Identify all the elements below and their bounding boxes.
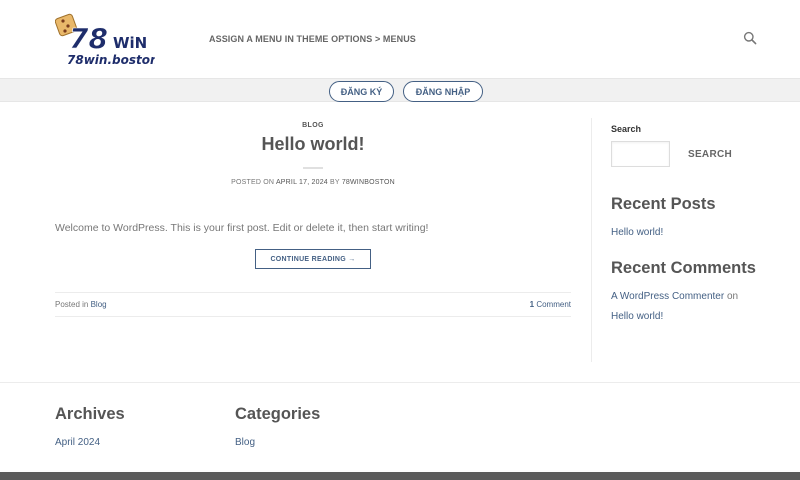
site-logo[interactable]: 78 WiN 78win.boston [55, 12, 155, 68]
comments-link[interactable]: 1 Comment [530, 300, 571, 309]
posted-in-category-link[interactable]: Blog [91, 300, 107, 309]
secondary-bar: ĐĂNG KÝ ĐĂNG NHẬP [0, 78, 800, 102]
commenter-link[interactable]: A WordPress Commenter [611, 291, 724, 302]
menu-placeholder-note[interactable]: ASSIGN A MENU IN THEME OPTIONS > MENUS [209, 34, 416, 44]
register-button[interactable]: ĐĂNG KÝ [329, 81, 394, 102]
recent-comments-title: Recent Comments [611, 259, 756, 277]
logo-domain: 78win.boston [67, 53, 155, 67]
logo-graphic: 78 WiN 78win.boston [55, 13, 155, 67]
post-author[interactable]: 78WINBOSTON [342, 179, 395, 186]
site-header: 78 WiN 78win.boston ASSIGN A MENU IN THE… [0, 0, 800, 78]
logo-word: WiN [113, 34, 147, 52]
search-icon[interactable] [743, 31, 757, 45]
footer-widgets: Archives Categories April 2024 Blog [0, 382, 800, 472]
meta-prefix: POSTED ON [231, 179, 276, 186]
post-category-label[interactable]: BLOG [55, 122, 571, 129]
post-title[interactable]: Hello world! [55, 134, 571, 155]
sidebar-divider [591, 118, 592, 362]
continue-reading-button[interactable]: CONTINUE READING → [255, 249, 371, 269]
posted-in: Posted in Blog [55, 300, 107, 309]
recent-posts-title: Recent Posts [611, 195, 716, 213]
post-date[interactable]: APRIL 17, 2024 [276, 179, 328, 186]
comment-word: Comment [534, 300, 571, 309]
recent-post-link[interactable]: Hello world! [611, 227, 663, 238]
on-word: on [724, 291, 739, 302]
post-excerpt: Welcome to WordPress. This is your first… [55, 222, 429, 234]
recent-comment: A WordPress Commenter on [611, 291, 738, 302]
commented-post-link[interactable]: Hello world! [611, 311, 663, 322]
meta-by: BY [327, 179, 342, 186]
absolute-footer-bar [0, 472, 800, 480]
logo-number: 78 [69, 22, 108, 55]
posted-in-prefix: Posted in [55, 300, 91, 309]
search-widget-label: Search [611, 124, 642, 134]
login-button[interactable]: ĐĂNG NHẬP [403, 81, 483, 102]
title-divider [303, 167, 323, 169]
category-link-blog[interactable]: Blog [235, 437, 255, 448]
archives-title: Archives [55, 405, 125, 423]
post-footer: Posted in Blog 1 Comment [55, 292, 571, 317]
search-input[interactable] [611, 141, 670, 167]
post-meta: POSTED ON APRIL 17, 2024 BY 78WINBOSTON [55, 179, 571, 186]
archive-link-april-2024[interactable]: April 2024 [55, 437, 100, 448]
search-button[interactable]: SEARCH [680, 141, 740, 167]
categories-title: Categories [235, 405, 321, 423]
